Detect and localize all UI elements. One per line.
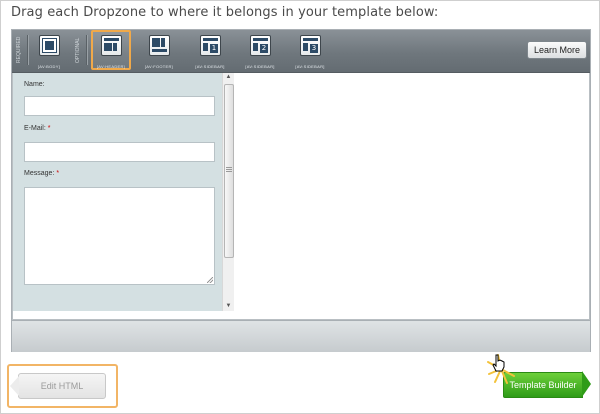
message-label: Message: * xyxy=(24,170,60,177)
layout-sidebar-1-icon: 1 xyxy=(200,35,221,56)
required-marker: * xyxy=(56,170,60,177)
required-group-label: REQUIRED xyxy=(16,36,22,64)
email-label: E-Mail: * xyxy=(24,125,51,132)
layout-footer-icon xyxy=(149,35,170,56)
instruction-text: Drag each Dropzone to where it belongs i… xyxy=(11,5,439,20)
dropzone-label: [AV:SIDEBAR] xyxy=(245,64,275,69)
dropzone-label: [AV:FOOTER] xyxy=(144,64,174,69)
template-canvas: Name: E-Mail: * Message: * ▲ ▼ xyxy=(13,73,589,319)
scroll-down-icon[interactable]: ▼ xyxy=(223,302,234,311)
dropzone-sidebar-2[interactable]: 2 [AV:SIDEBAR] xyxy=(242,34,278,70)
hand-cursor-icon xyxy=(492,354,505,372)
toolbar-divider xyxy=(86,35,88,65)
vertical-scrollbar[interactable]: ▲ ▼ xyxy=(222,73,234,311)
message-field[interactable] xyxy=(24,187,215,285)
learn-more-button[interactable]: Learn More xyxy=(527,41,587,59)
dropzone-sidebar-3[interactable]: 3 [AV:SIDEBAR] xyxy=(292,34,328,70)
scroll-up-icon[interactable]: ▲ xyxy=(223,73,234,82)
template-editor: REQUIRED [AV:BODY] OPTIONAL [AV:HEADER] xyxy=(11,29,591,352)
required-marker: * xyxy=(47,125,51,132)
dropzone-label: [AV:SIDEBAR] xyxy=(295,64,325,69)
layout-header-icon xyxy=(101,35,122,56)
dropzone-label: [AV:HEADER] xyxy=(96,64,126,69)
dropzone-sidebar-1[interactable]: 1 [AV:SIDEBAR] xyxy=(192,34,228,70)
name-field[interactable] xyxy=(24,96,215,116)
email-field[interactable] xyxy=(24,142,215,162)
dropzone-header[interactable]: [AV:HEADER] xyxy=(91,30,131,70)
dropzone-footer[interactable]: [AV:FOOTER] xyxy=(141,34,177,70)
dropzone-toolbar: REQUIRED [AV:BODY] OPTIONAL [AV:HEADER] xyxy=(12,30,590,73)
grip-icon xyxy=(226,167,232,173)
edit-html-button[interactable]: Edit HTML xyxy=(10,373,106,399)
dropzone-label: [AV:BODY] xyxy=(37,64,61,69)
layout-sidebar-2-icon: 2 xyxy=(250,35,271,56)
dropzone-label: [AV:SIDEBAR] xyxy=(195,64,225,69)
toolbar-divider xyxy=(27,35,29,65)
sidebar-number: 3 xyxy=(310,44,318,53)
optional-group-label: OPTIONAL xyxy=(75,37,81,63)
scrollbar-thumb[interactable] xyxy=(224,84,234,258)
forward-arrow-icon xyxy=(582,371,591,397)
edit-html-highlight: Edit HTML xyxy=(7,364,118,408)
layout-body-icon xyxy=(39,35,60,56)
name-label: Name: xyxy=(24,81,45,88)
resize-handle-icon[interactable] xyxy=(207,277,213,283)
back-arrow-icon xyxy=(10,376,19,396)
sidebar-number: 2 xyxy=(260,44,268,53)
editor-bottom-bar xyxy=(12,320,590,352)
sidebar-number: 1 xyxy=(210,44,218,53)
dropzone-body[interactable]: [AV:BODY] xyxy=(31,34,67,70)
layout-sidebar-3-icon: 3 xyxy=(300,35,321,56)
contact-form: Name: E-Mail: * Message: * xyxy=(13,73,222,311)
